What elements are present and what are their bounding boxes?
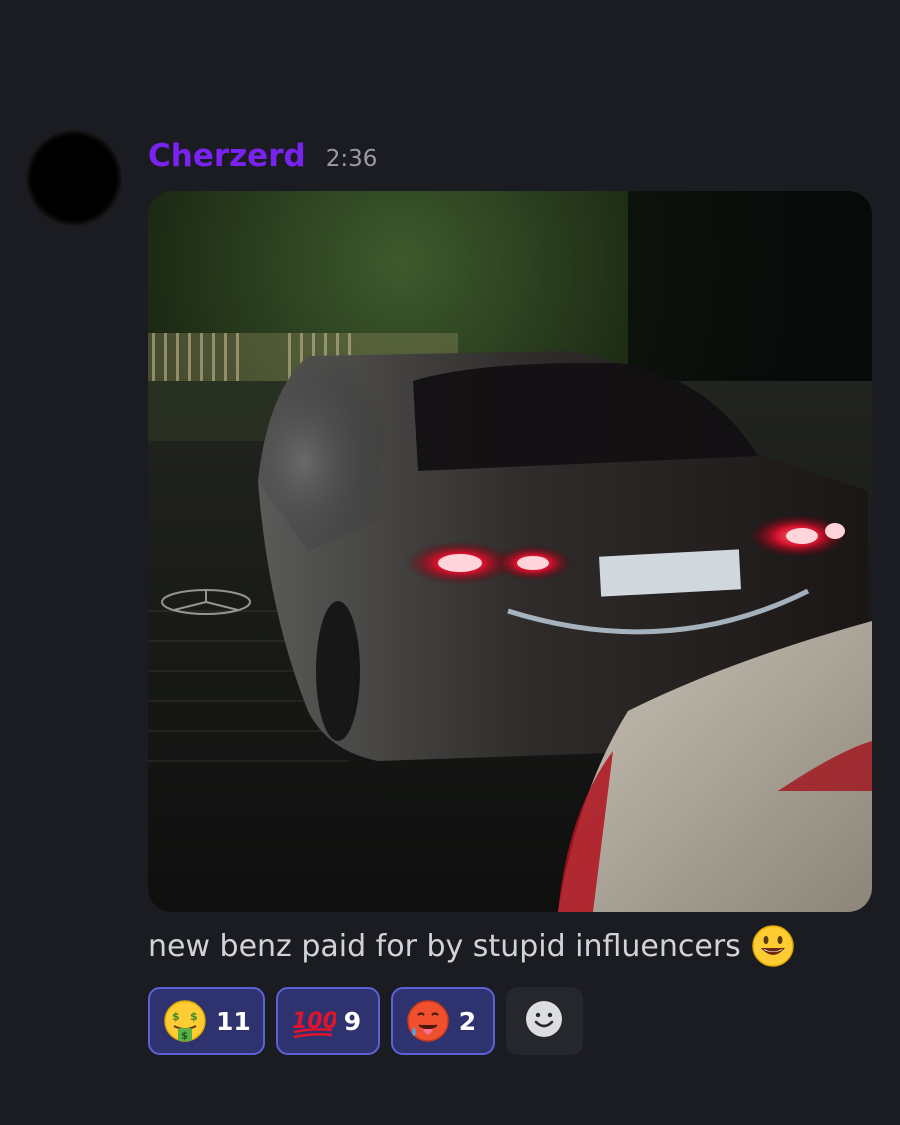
reaction-hundred-points[interactable]: 100 9 bbox=[275, 987, 380, 1055]
money-mouth-face-icon: $ $ $ bbox=[162, 998, 208, 1044]
smiling-face-emoji-icon bbox=[751, 924, 795, 968]
hot-face-icon bbox=[405, 998, 451, 1044]
reactions-bar: $ $ $ 11 100 9 2 bbox=[148, 987, 583, 1055]
avatar[interactable] bbox=[26, 130, 122, 226]
add-reaction-icon bbox=[524, 999, 564, 1043]
add-reaction-button[interactable] bbox=[505, 987, 583, 1055]
hundred-points-icon: 100 bbox=[290, 998, 338, 1044]
reaction-count: 9 bbox=[343, 1006, 362, 1036]
message-text-content: new benz paid for by stupid influencers bbox=[148, 928, 741, 964]
chat-message: Cherzerd 2:36 new benz paid for by stupi… bbox=[0, 0, 900, 1125]
svg-text:$: $ bbox=[190, 1010, 198, 1023]
message-timestamp: 2:36 bbox=[325, 146, 378, 172]
car-photo bbox=[148, 191, 872, 912]
reaction-count: 2 bbox=[458, 1006, 477, 1036]
image-attachment[interactable] bbox=[148, 191, 872, 912]
svg-text:$: $ bbox=[172, 1010, 180, 1023]
reaction-hot-face[interactable]: 2 bbox=[390, 987, 495, 1055]
svg-text:$: $ bbox=[181, 1031, 188, 1042]
reaction-count: 11 bbox=[216, 1006, 251, 1036]
message-text: new benz paid for by stupid influencers bbox=[148, 924, 795, 968]
message-header: Cherzerd 2:36 bbox=[148, 138, 377, 178]
author-username[interactable]: Cherzerd bbox=[148, 138, 306, 174]
reaction-money-mouth[interactable]: $ $ $ 11 bbox=[148, 987, 265, 1055]
